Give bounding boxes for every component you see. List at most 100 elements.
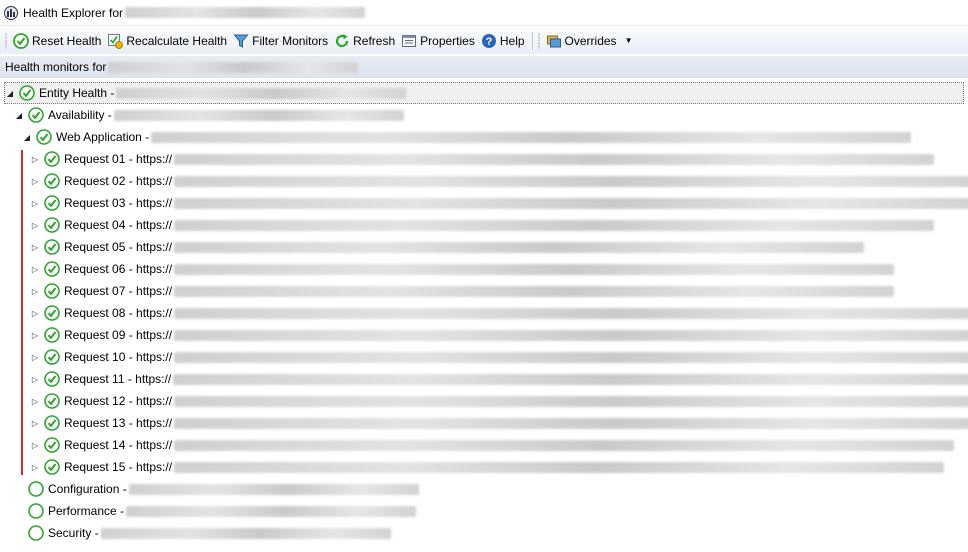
help-button[interactable]: ? Help: [478, 30, 528, 52]
redacted-text: [174, 439, 955, 451]
redacted-text: [113, 109, 404, 121]
redacted-text: [173, 373, 968, 385]
tree-node-label: Request 08 - https://: [64, 306, 173, 320]
tree-node-label: Request 13 - https://: [64, 416, 173, 430]
tree-node-request[interactable]: ▷ Request 11 - https://: [30, 368, 968, 390]
check-circle-icon: [44, 459, 60, 475]
tree-node-request[interactable]: ▷ Request 02 - https://: [30, 170, 968, 192]
collapse-arrow-icon[interactable]: ◢: [5, 88, 15, 98]
tree-node-request[interactable]: ▷ Request 06 - https://: [30, 258, 895, 280]
reset-health-button[interactable]: Reset Health: [10, 30, 104, 52]
check-circle-icon: [44, 283, 60, 299]
redacted-text: [108, 61, 359, 73]
check-circle-icon: [44, 327, 60, 343]
redacted-text: [174, 219, 935, 231]
help-label: Help: [499, 33, 525, 48]
check-circle-icon: [28, 107, 44, 123]
tree-node-request[interactable]: ▷ Request 04 - https://: [30, 214, 935, 236]
health-monitors-label: Health monitors for: [5, 60, 107, 74]
tree-node-label: Security -: [48, 526, 99, 540]
tree-node-web-application[interactable]: ◢ Web Application -: [22, 126, 912, 148]
health-explorer-icon: [4, 5, 18, 20]
tree-node-performance[interactable]: Performance -: [28, 500, 417, 522]
check-circle-icon: [44, 305, 60, 321]
tree-node-request[interactable]: ▷ Request 05 - https://: [30, 236, 865, 258]
refresh-button[interactable]: Refresh: [331, 30, 398, 52]
recalculate-health-button[interactable]: Recalculate Health: [104, 30, 230, 52]
redacted-text: [174, 263, 895, 275]
redacted-text: [174, 307, 968, 319]
tree-node-label: Request 07 - https://: [64, 284, 173, 298]
check-circle-icon: [44, 349, 60, 365]
tree-node-label: Request 04 - https://: [64, 218, 173, 232]
tree-node-label: Availability -: [48, 108, 112, 122]
expand-arrow-icon[interactable]: ▷: [30, 352, 40, 362]
expand-arrow-icon[interactable]: ▷: [30, 462, 40, 472]
redacted-text: [125, 7, 366, 18]
expand-arrow-icon[interactable]: ▷: [30, 198, 40, 208]
tree-node-request[interactable]: ▷ Request 12 - https://: [30, 390, 968, 412]
tree-node-security[interactable]: Security -: [28, 522, 391, 544]
redacted-text: [174, 329, 968, 341]
tree-node-label: Request 06 - https://: [64, 262, 173, 276]
filter-monitors-label: Filter Monitors: [252, 33, 329, 48]
expand-arrow-icon[interactable]: ▷: [30, 154, 40, 164]
reset-health-label: Reset Health: [32, 33, 102, 48]
tree-node-label: Request 02 - https://: [64, 174, 173, 188]
tree-node-request[interactable]: ▷ Request 08 - https://: [30, 302, 968, 324]
tree-node-label: Request 12 - https://: [64, 394, 173, 408]
expand-arrow-icon[interactable]: ▷: [30, 440, 40, 450]
check-circle-icon: [44, 393, 60, 409]
expand-arrow-icon[interactable]: ▷: [30, 330, 40, 340]
tree-node-request[interactable]: ▷ Request 01 - https://: [30, 148, 935, 170]
svg-text:?: ?: [485, 36, 492, 48]
expand-arrow-icon[interactable]: ▷: [30, 308, 40, 318]
expand-arrow-icon[interactable]: ▷: [30, 176, 40, 186]
health-monitors-header: Health monitors for: [0, 56, 968, 78]
redacted-text: [126, 505, 417, 517]
check-circle-icon: [44, 415, 60, 431]
tree-node-configuration[interactable]: Configuration -: [28, 478, 419, 500]
empty-circle-icon: [28, 525, 44, 541]
properties-button[interactable]: Properties: [398, 30, 478, 52]
empty-circle-icon: [28, 481, 44, 497]
toolbar: Reset Health Recalculate Health Filter M…: [0, 27, 968, 54]
overrides-label: Overrides: [564, 33, 617, 48]
tree-node-label: Request 03 - https://: [64, 196, 173, 210]
expand-arrow-icon[interactable]: ▷: [30, 396, 40, 406]
redacted-text: [174, 351, 968, 363]
toolbar-grip[interactable]: [537, 32, 540, 49]
tree-node-request[interactable]: ▷ Request 13 - https://: [30, 412, 968, 434]
expand-arrow-icon[interactable]: ▷: [30, 242, 40, 252]
tree-node-request[interactable]: ▷ Request 15 - https://: [30, 456, 945, 478]
redacted-text: [174, 461, 945, 473]
filter-monitors-button[interactable]: Filter Monitors: [230, 30, 331, 52]
expand-arrow-icon[interactable]: ▷: [30, 286, 40, 296]
tree-node-request[interactable]: ▷ Request 14 - https://: [30, 434, 955, 456]
redacted-text: [100, 527, 391, 539]
check-circle-icon: [44, 173, 60, 189]
tree-node-request[interactable]: ▷ Request 07 - https://: [30, 280, 895, 302]
tree-node-entity-health[interactable]: ◢ Entity Health -: [4, 82, 964, 104]
red-marker-line: [21, 150, 23, 475]
toolbar-grip[interactable]: [5, 32, 7, 49]
expand-arrow-icon[interactable]: ▷: [30, 264, 40, 274]
check-circle-icon: [36, 129, 52, 145]
tree-node-request[interactable]: ▷ Request 03 - https://: [30, 192, 968, 214]
tree-node-request[interactable]: ▷ Request 10 - https://: [30, 346, 968, 368]
redacted-text: [116, 87, 407, 99]
refresh-icon: [336, 33, 349, 47]
empty-circle-icon: [28, 503, 44, 519]
tree-node-request[interactable]: ▷ Request 09 - https://: [30, 324, 968, 346]
expand-arrow-icon[interactable]: ▷: [30, 220, 40, 230]
check-circle-icon: [19, 85, 35, 101]
tree-node-label: Web Application -: [56, 130, 150, 144]
overrides-dropdown[interactable]: Overrides ▼: [543, 30, 636, 52]
expand-arrow-icon[interactable]: ▷: [30, 418, 40, 428]
tree-node-availability[interactable]: ◢ Availability -: [14, 104, 404, 126]
collapse-arrow-icon[interactable]: ◢: [22, 132, 32, 142]
recalculate-health-icon: [108, 33, 124, 49]
collapse-arrow-icon[interactable]: ◢: [14, 110, 24, 120]
help-icon: ?: [481, 33, 496, 48]
expand-arrow-icon[interactable]: ▷: [30, 374, 40, 384]
